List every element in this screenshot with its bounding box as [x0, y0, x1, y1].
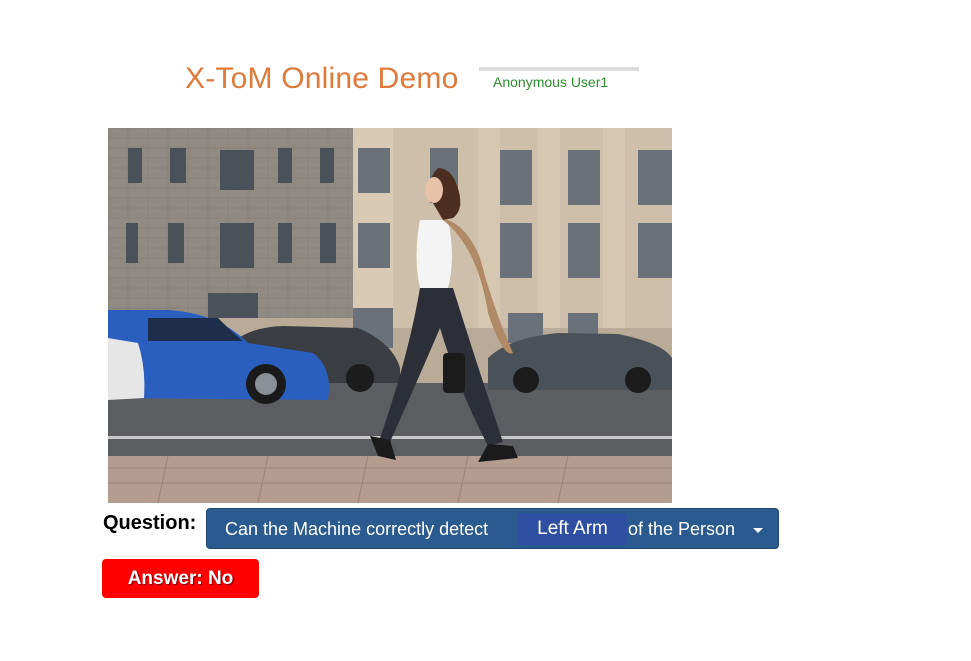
question-suffix: of the Person [628, 519, 736, 539]
scene-photo [108, 128, 672, 503]
page-title: X-ToM Online Demo [185, 62, 459, 95]
question-prefix: Can the Machine correctly detect [225, 519, 489, 539]
selected-body-part[interactable]: Left Arm [518, 513, 627, 545]
scene-illustration [108, 128, 672, 503]
chevron-down-icon[interactable] [753, 528, 763, 533]
question-select[interactable]: Can the Machine correctly detect Left Ar… [206, 508, 779, 549]
answer-badge: Answer: No [102, 559, 259, 598]
question-label: Question: [103, 512, 197, 534]
user-badge: Anonymous User1 [479, 67, 639, 95]
user-name: Anonymous User1 [493, 74, 609, 90]
